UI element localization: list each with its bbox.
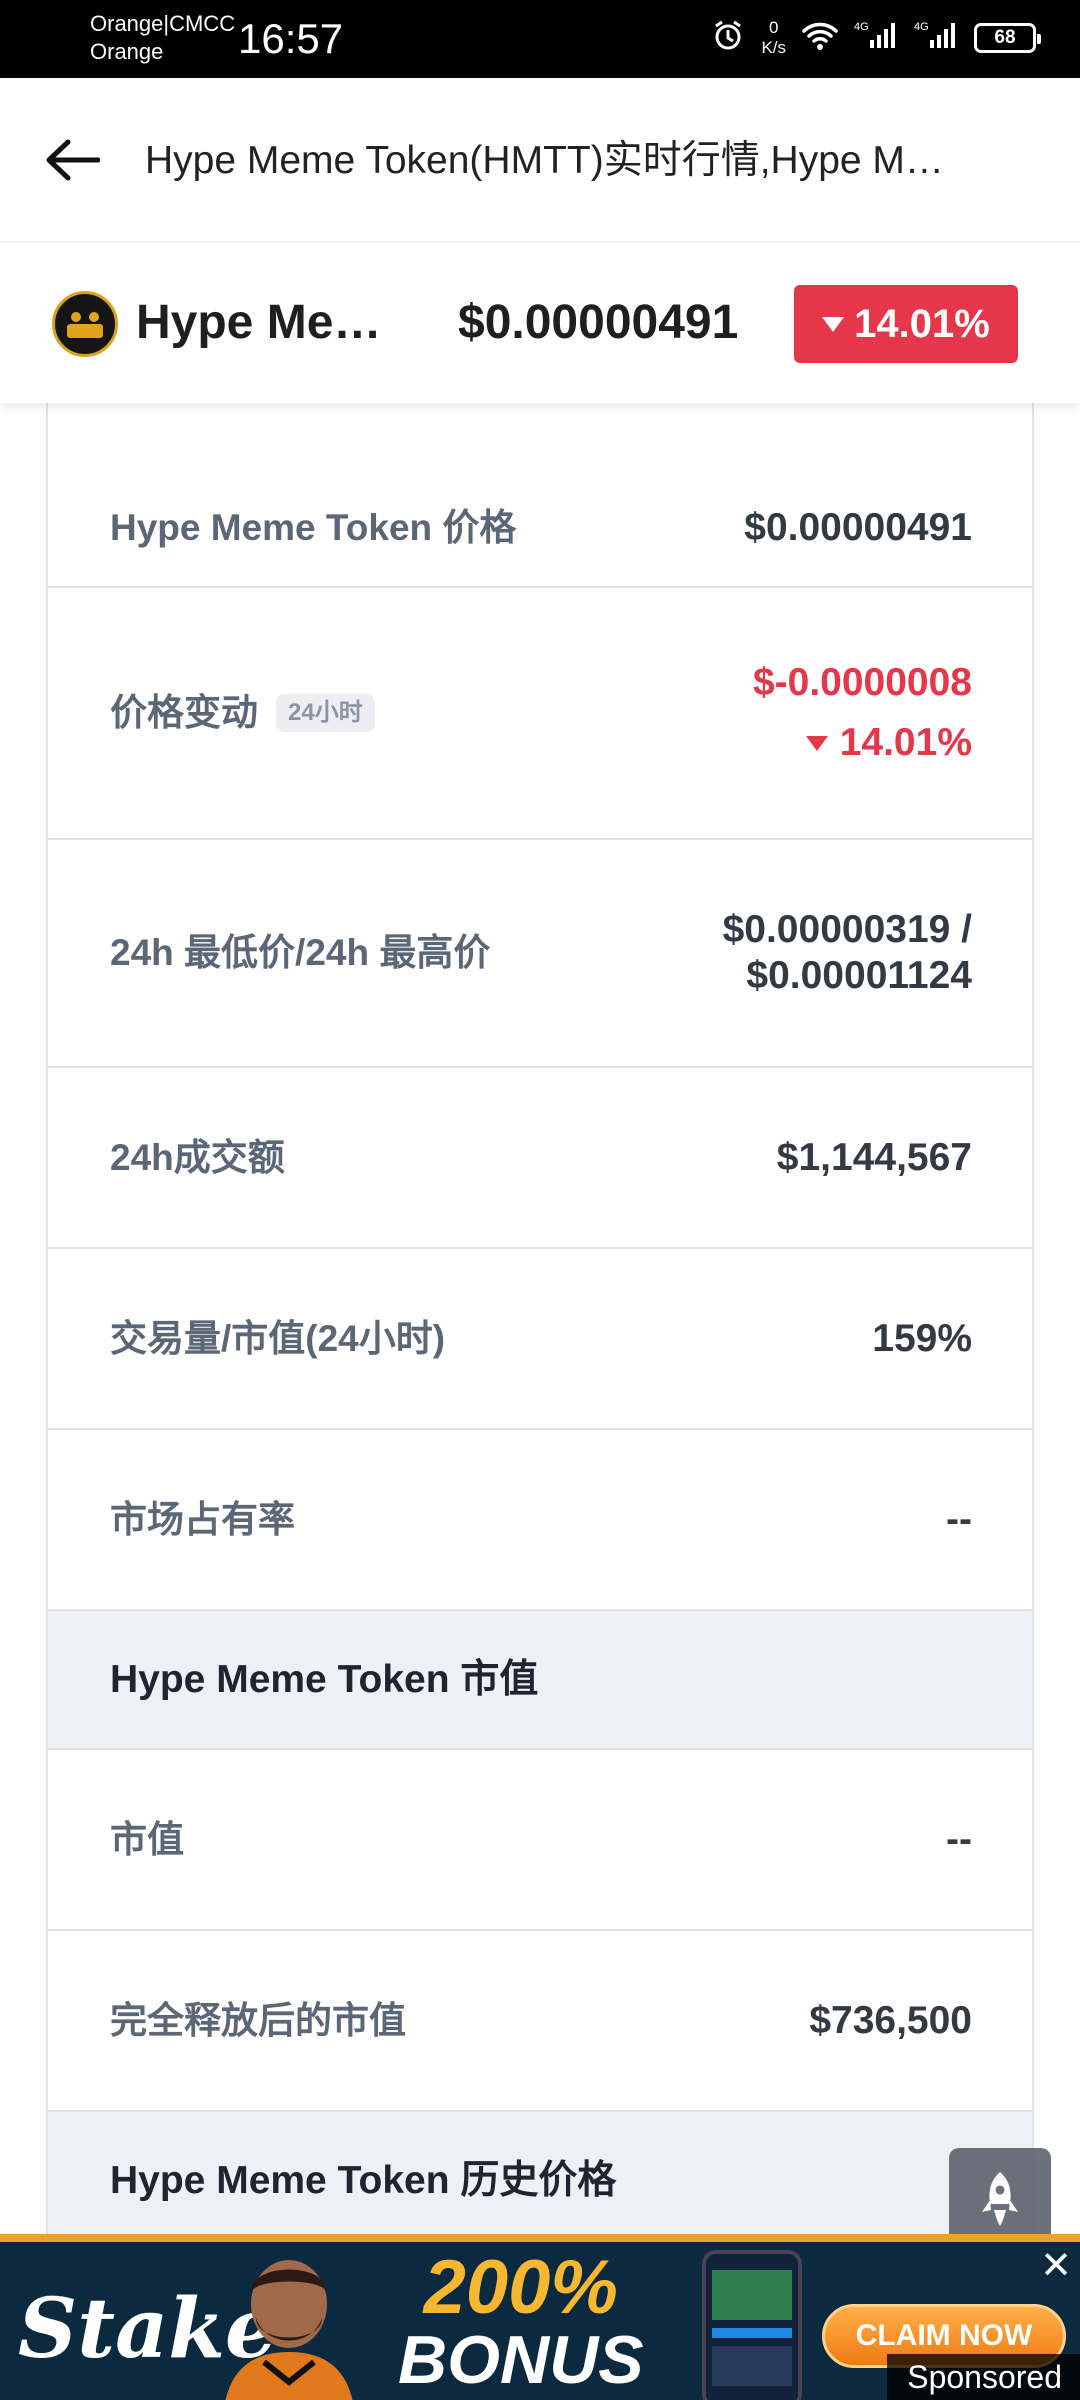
section-title: Hype Meme Token 历史价格 (110, 2159, 617, 2202)
stat-row-vol-mcap: 交易量/市值(24小时) 159% (48, 1249, 1032, 1430)
stat-row-range: 24h 最低价/24h 最高价 $0.00000319 / $0.0000112… (48, 840, 1032, 1068)
signal-icon-2: 4G (914, 20, 958, 57)
signal-1-label: 4G (854, 21, 869, 33)
status-bar: Orange|CMCC Orange 16:57 0 K/s 4G 4G 68 (0, 0, 1080, 78)
change-amount: $-0.0000008 (752, 661, 972, 704)
net-speed-value: 0 (768, 18, 779, 37)
carrier-info: Orange|CMCC Orange (90, 10, 235, 66)
back-button[interactable] (30, 118, 114, 202)
status-clock: 16:57 (238, 15, 344, 62)
ad-person-image (214, 2242, 364, 2400)
ad-bonus-word: BONUS (398, 2322, 644, 2398)
price-change-badge: 14.01% (794, 285, 1018, 363)
stat-row-price: Hype Meme Token 价格 $0.00000491 (48, 400, 1032, 588)
stat-value-range: $0.00000319 / $0.00001124 (723, 907, 972, 999)
stat-label-change: 价格变动 24小时 (110, 690, 375, 736)
stat-value: $736,500 (809, 1998, 972, 2042)
stat-value: -- (946, 1497, 972, 1541)
coin-summary-bar: Hype Meme Token $0.00000491 14.01% (0, 243, 1080, 403)
range-high: $0.00001124 (746, 954, 972, 997)
stat-label: 完全释放后的市值 (110, 1999, 406, 2041)
change-percent: 14.01% (839, 721, 972, 764)
section-header-mcap: Hype Meme Token 市值 (48, 1611, 1032, 1750)
stat-label: 24h成交额 (110, 1136, 285, 1178)
triangle-down-icon (822, 316, 845, 332)
page-title: Hype Meme Token(HMTT)实时行情,Hype Meme Toke… (145, 139, 945, 182)
battery-icon: 68 (974, 23, 1041, 53)
period-tag: 24小时 (276, 694, 375, 732)
stat-label: 市场占有率 (110, 1498, 295, 1540)
rocket-icon (982, 2172, 1018, 2226)
stat-value: -- (946, 1817, 972, 1861)
stat-row-fdv: 完全释放后的市值 $736,500 (48, 1931, 1032, 2112)
battery-level: 68 (994, 27, 1016, 48)
stat-row-dominance: 市场占有率 -- (48, 1430, 1032, 1611)
stats-table: Hype Meme Token 价格 $0.00000491 价格变动 24小时… (46, 400, 1034, 2252)
stat-row-mcap: 市值 -- (48, 1750, 1032, 1931)
section-header-history: Hype Meme Token 历史价格 (48, 2112, 1032, 2252)
net-speed-unit: K/s (761, 38, 786, 57)
ad-banner[interactable]: Stake 200% BONUS CLAIM NOW ✕ Sponsored (0, 2234, 1080, 2400)
coin-name: Hype Meme Token (136, 296, 411, 349)
stat-label: 交易量/市值(24小时) (110, 1317, 446, 1359)
coin-price: $0.00000491 (458, 296, 739, 349)
stat-value: $0.00000491 (744, 506, 972, 549)
stat-value: $1,144,567 (776, 1135, 972, 1179)
signal-icon-1: 4G (854, 20, 898, 57)
stat-value-change: $-0.0000008 14.01% (753, 660, 972, 766)
signal-2-label: 4G (914, 21, 929, 33)
net-speed: 0 K/s (761, 18, 786, 58)
arrow-left-icon (46, 139, 100, 181)
alarm-icon (711, 19, 745, 58)
coin-logo-icon (52, 291, 118, 357)
ad-phone-image (702, 2250, 802, 2400)
stat-row-change: 价格变动 24小时 $-0.0000008 14.01% (48, 588, 1032, 840)
wifi-icon (802, 21, 838, 56)
stat-label-text: 价格变动 (110, 692, 258, 733)
close-icon[interactable]: ✕ (1040, 2246, 1072, 2286)
section-title: Hype Meme Token 市值 (110, 1657, 539, 1701)
sponsored-label: Sponsored (887, 2354, 1080, 2400)
ad-bonus-percent: 200% (423, 2245, 618, 2330)
triangle-down-icon (805, 735, 828, 751)
stat-label: 市值 (110, 1818, 184, 1860)
ad-bonus-text: 200% BONUS (398, 2245, 644, 2398)
stat-row-volume: 24h成交额 $1,144,567 (48, 1068, 1032, 1249)
page-header: Hype Meme Token(HMTT)实时行情,Hype Meme Toke… (0, 78, 1080, 243)
carrier-line-1: Orange|CMCC (90, 11, 236, 36)
range-low: $0.00000319 / (722, 908, 972, 951)
carrier-line-2: Orange (90, 39, 164, 64)
change-percent-line: 14.01% (805, 720, 972, 766)
stat-label: Hype Meme Token 价格 (110, 507, 517, 548)
stat-label: 24h 最低价/24h 最高价 (110, 932, 491, 973)
status-icons: 0 K/s 4G 4G 68 (711, 18, 1041, 58)
price-change-pct: 14.01% (854, 301, 990, 346)
stat-value: 159% (872, 1316, 972, 1360)
